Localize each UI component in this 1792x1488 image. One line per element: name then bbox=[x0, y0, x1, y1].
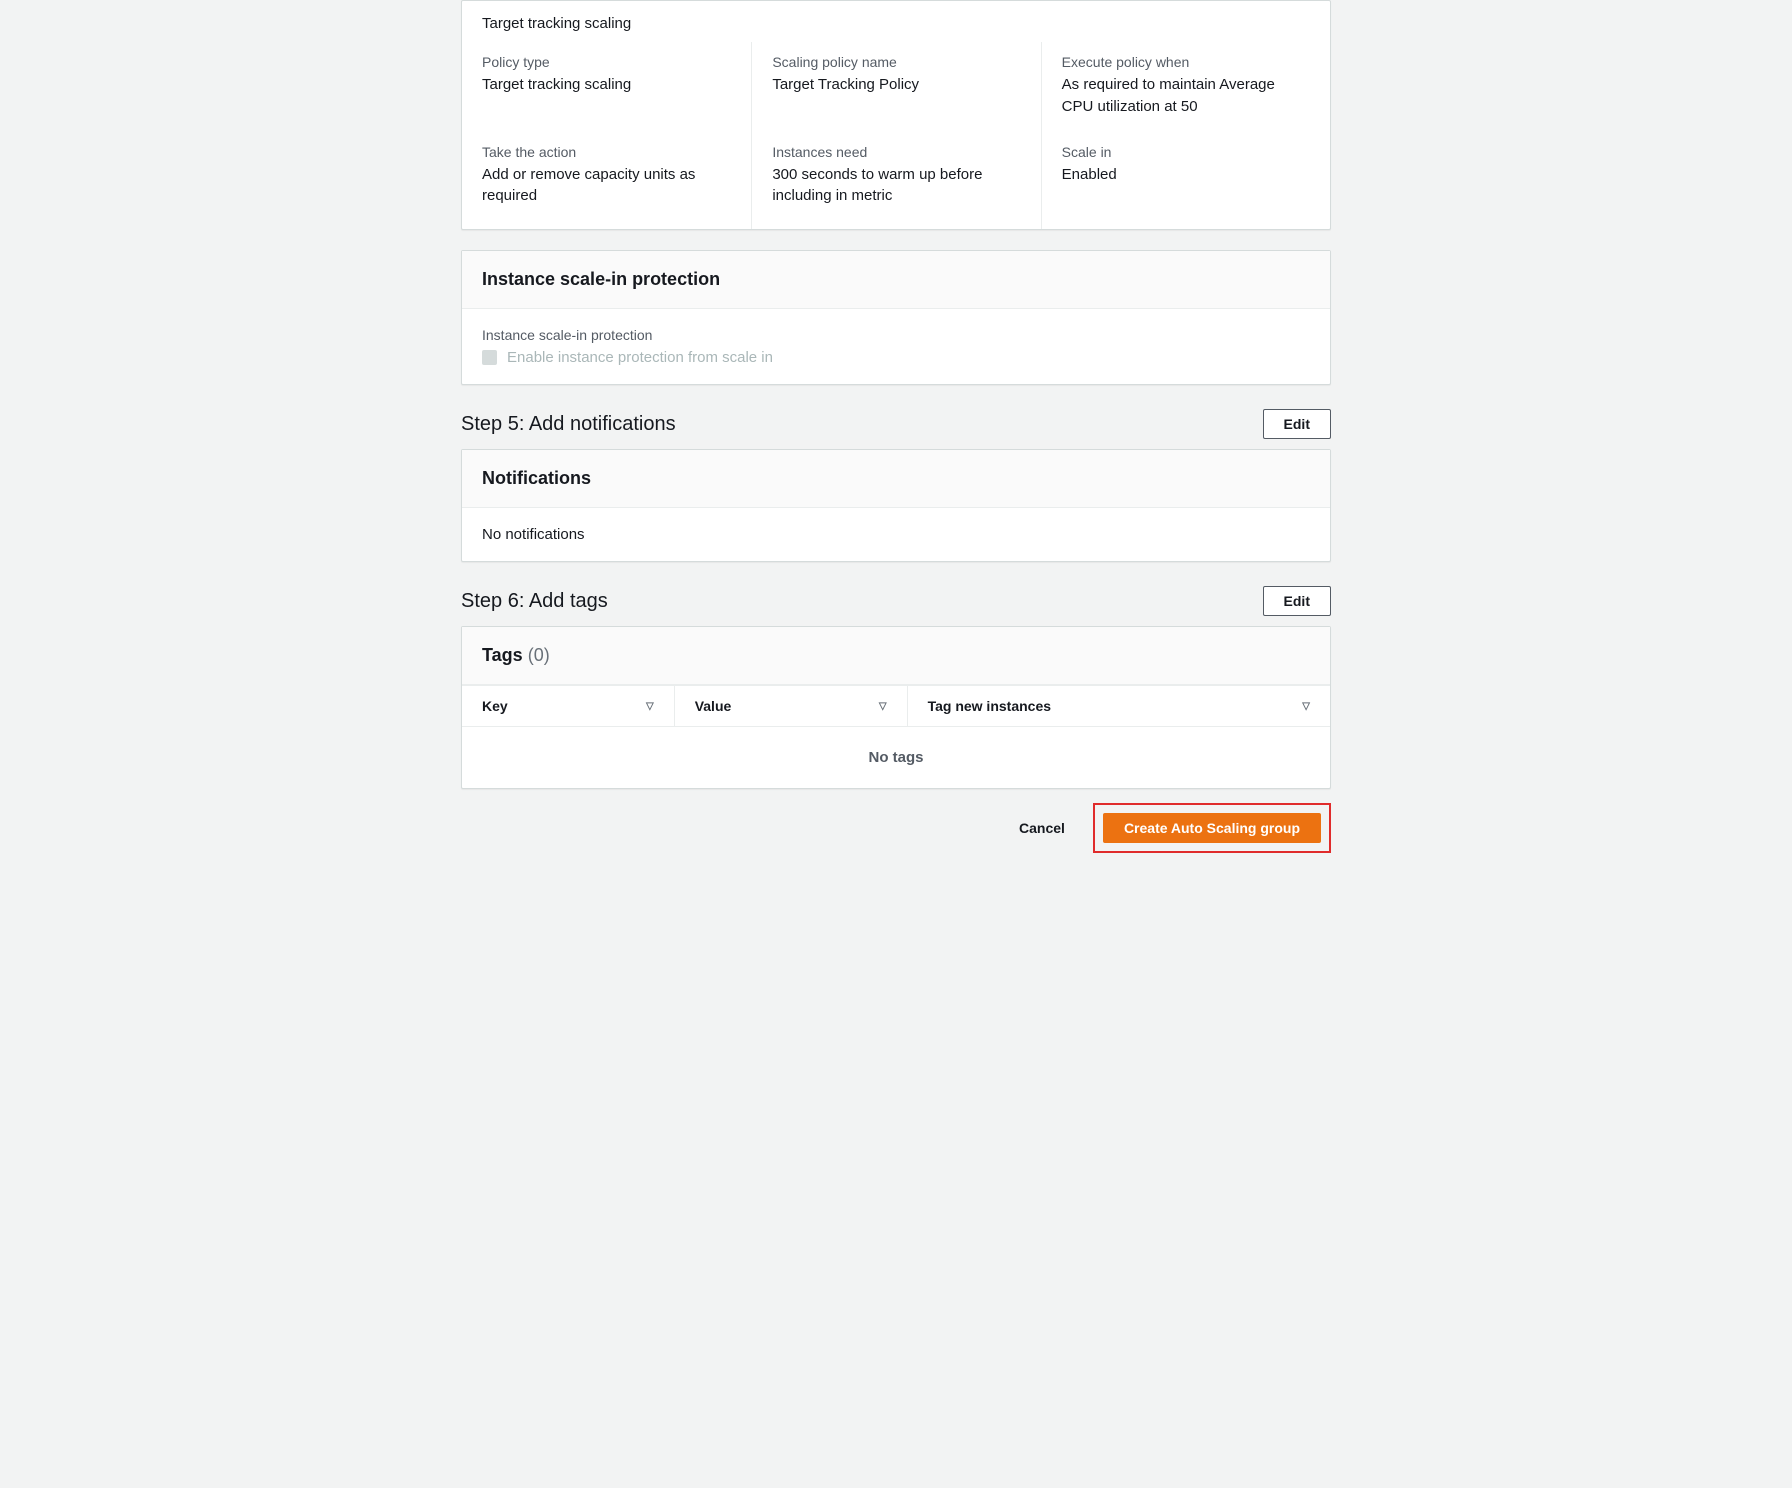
tags-header: Tags (0) bbox=[462, 627, 1330, 685]
tags-panel: Tags (0) Key ▽ Value ▽ Tag new instances… bbox=[461, 626, 1331, 789]
scale-in-protection-title: Instance scale-in protection bbox=[482, 269, 1310, 290]
cancel-button[interactable]: Cancel bbox=[1003, 814, 1081, 842]
scale-in-protection-sub-label: Instance scale-in protection bbox=[482, 327, 1310, 343]
step5-edit-button[interactable]: Edit bbox=[1263, 409, 1331, 439]
execute-when-cell: Execute policy when As required to maint… bbox=[1041, 42, 1330, 136]
notifications-panel: Notifications No notifications bbox=[461, 449, 1331, 562]
step5-header: Step 5: Add notifications Edit bbox=[461, 409, 1331, 439]
take-action-cell: Take the action Add or remove capacity u… bbox=[462, 136, 751, 230]
step6-edit-button[interactable]: Edit bbox=[1263, 586, 1331, 616]
tags-title-text: Tags bbox=[482, 645, 523, 665]
policy-type-value: Target tracking scaling bbox=[482, 74, 731, 96]
policy-type-label: Policy type bbox=[482, 54, 731, 70]
create-button-highlight: Create Auto Scaling group bbox=[1093, 803, 1331, 853]
instances-need-value: 300 seconds to warm up before including … bbox=[772, 164, 1020, 208]
notifications-empty: No notifications bbox=[482, 526, 1310, 543]
take-action-value: Add or remove capacity units as required bbox=[482, 164, 731, 208]
scale-in-protection-checkbox bbox=[482, 350, 497, 365]
policy-name-value: Target Tracking Policy bbox=[772, 74, 1020, 96]
sort-icon: ▽ bbox=[1302, 701, 1310, 712]
scale-in-protection-header: Instance scale-in protection bbox=[462, 251, 1330, 309]
scale-in-value: Enabled bbox=[1062, 164, 1310, 186]
tags-col-tag-new-label: Tag new instances bbox=[928, 698, 1051, 714]
instances-need-cell: Instances need 300 seconds to warm up be… bbox=[751, 136, 1040, 230]
notifications-title: Notifications bbox=[482, 468, 1310, 489]
execute-when-label: Execute policy when bbox=[1062, 54, 1310, 70]
tags-col-tag-new[interactable]: Tag new instances ▽ bbox=[907, 686, 1330, 726]
tags-col-value-label: Value bbox=[695, 698, 732, 714]
tags-count: (0) bbox=[528, 645, 550, 665]
create-auto-scaling-group-button[interactable]: Create Auto Scaling group bbox=[1103, 813, 1321, 843]
sort-icon: ▽ bbox=[879, 701, 887, 712]
tags-col-value[interactable]: Value ▽ bbox=[674, 686, 907, 726]
policy-title: Target tracking scaling bbox=[462, 1, 1330, 42]
policy-name-label: Scaling policy name bbox=[772, 54, 1020, 70]
tags-col-key[interactable]: Key ▽ bbox=[462, 686, 674, 726]
scale-in-label: Scale in bbox=[1062, 144, 1310, 160]
policy-name-cell: Scaling policy name Target Tracking Poli… bbox=[751, 42, 1040, 136]
step6-title: Step 6: Add tags bbox=[461, 590, 608, 613]
notifications-header: Notifications bbox=[462, 450, 1330, 508]
sort-icon: ▽ bbox=[646, 701, 654, 712]
execute-when-value: As required to maintain Average CPU util… bbox=[1062, 74, 1310, 118]
footer-actions: Cancel Create Auto Scaling group bbox=[461, 803, 1331, 853]
step5-title: Step 5: Add notifications bbox=[461, 413, 676, 436]
tags-title: Tags (0) bbox=[482, 645, 1310, 666]
scale-in-cell: Scale in Enabled bbox=[1041, 136, 1330, 230]
tags-table-header: Key ▽ Value ▽ Tag new instances ▽ bbox=[462, 685, 1330, 727]
scale-in-protection-checkbox-label: Enable instance protection from scale in bbox=[507, 349, 773, 366]
tags-empty: No tags bbox=[462, 727, 1330, 788]
step6-header: Step 6: Add tags Edit bbox=[461, 586, 1331, 616]
scale-in-protection-panel: Instance scale-in protection Instance sc… bbox=[461, 250, 1331, 385]
scaling-policy-panel: Target tracking scaling Policy type Targ… bbox=[461, 0, 1331, 230]
tags-col-key-label: Key bbox=[482, 698, 508, 714]
take-action-label: Take the action bbox=[482, 144, 731, 160]
instances-need-label: Instances need bbox=[772, 144, 1020, 160]
policy-type-cell: Policy type Target tracking scaling bbox=[462, 42, 751, 136]
